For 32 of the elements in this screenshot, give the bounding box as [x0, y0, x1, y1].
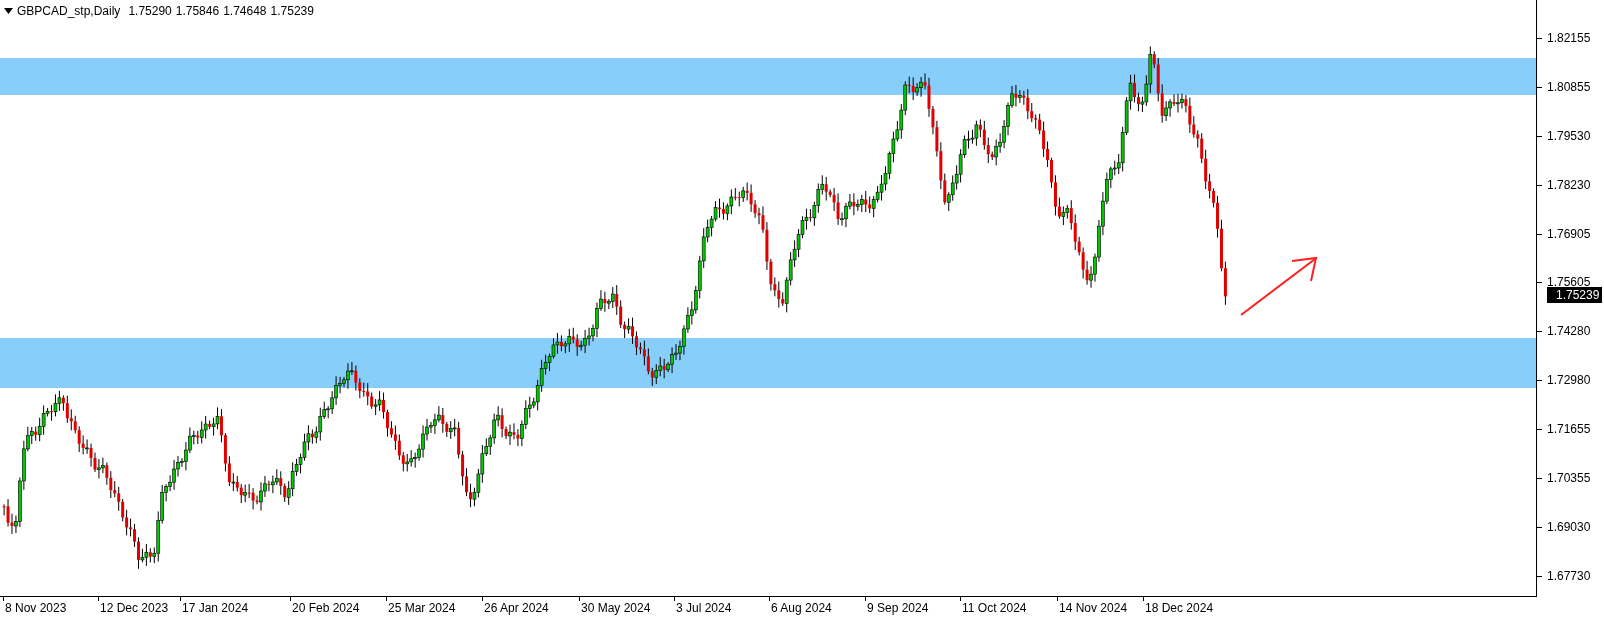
price-axis-label: 1.70355: [1547, 471, 1591, 486]
price-axis-label: 1.82155: [1547, 30, 1591, 45]
ohlc-value: 1.75846: [175, 4, 220, 18]
price-axis-label: 1.71655: [1547, 422, 1591, 437]
ohlc-value: 1.75290: [128, 4, 172, 18]
price-axis-label: 1.78230: [1547, 177, 1591, 192]
current-price-label: 1.75239: [1547, 287, 1603, 303]
date-axis-label: 30 May 2024: [581, 601, 651, 615]
price-axis-label: 1.74280: [1547, 324, 1591, 339]
price-axis-label: 1.67730: [1547, 569, 1591, 583]
price-axis-label: 1.76905: [1547, 226, 1591, 241]
date-axis-label: 8 Nov 2023: [5, 601, 67, 615]
price-axis-label: 1.69030: [1547, 520, 1591, 535]
ohlc-value: 1.75239: [270, 4, 314, 18]
date-axis-label: 11 Oct 2024: [962, 601, 1027, 615]
caret-icon[interactable]: [4, 8, 13, 14]
price-axis-label: 1.75605: [1547, 275, 1591, 290]
price-axis-label: 1.72980: [1547, 373, 1591, 388]
date-axis-label: 6 Aug 2024: [771, 601, 832, 615]
chart-symbol: GBPCAD_stp,Daily: [17, 4, 121, 18]
date-axis-label: 9 Sep 2024: [867, 601, 929, 615]
price-axis-label: 1.80855: [1547, 79, 1591, 94]
date-axis-label: 20 Feb 2024: [292, 601, 360, 615]
date-axis-label: 25 Mar 2024: [388, 601, 456, 615]
date-axis-label: 26 Apr 2024: [484, 601, 549, 615]
date-axis-label: 12 Dec 2023: [100, 601, 169, 615]
date-axis-label: 17 Jan 2024: [182, 601, 249, 615]
date-axis-label: 18 Dec 2024: [1145, 601, 1214, 615]
date-axis-label: 14 Nov 2024: [1059, 601, 1128, 615]
price-axis-label: 1.79530: [1547, 128, 1591, 143]
ohlc-value: 1.74648: [223, 4, 267, 18]
date-axis-label: 3 Jul 2024: [676, 601, 732, 615]
